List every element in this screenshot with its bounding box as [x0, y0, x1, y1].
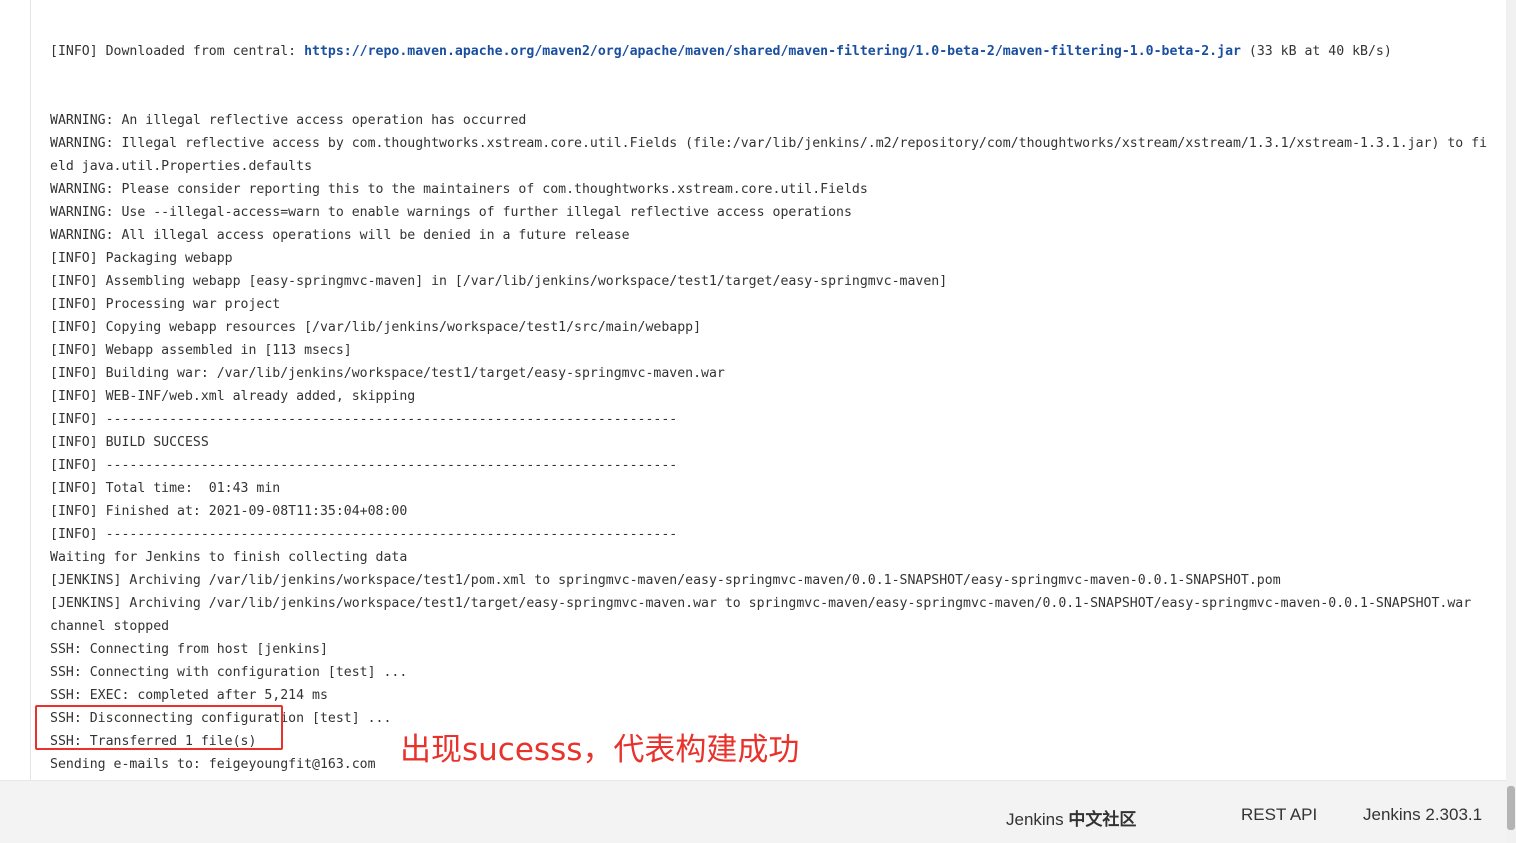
- console-line: WARNING: Please consider reporting this …: [50, 182, 868, 197]
- community-link-suffix: 中文社区: [1068, 810, 1137, 830]
- console-line-prefix: [INFO] Downloaded from central:: [50, 44, 305, 59]
- console-line: [INFO] Packaging webapp: [50, 251, 233, 266]
- console-line: [INFO] BUILD SUCCESS: [50, 435, 209, 450]
- scrollbar-thumb[interactable]: [1507, 786, 1515, 830]
- community-link-prefix: Jenkins: [1006, 810, 1069, 829]
- console-line: [INFO] Total time: 01:43 min: [50, 481, 281, 496]
- console-line-suffix: (33 kB at 40 kB/s): [1240, 44, 1392, 59]
- finished-success-highlight-box: [35, 705, 283, 750]
- console-line: [INFO] Building war: /var/lib/jenkins/wo…: [50, 366, 725, 381]
- rest-api-link[interactable]: REST API: [1241, 805, 1317, 825]
- console-line: [INFO] Finished at: 2021-09-08T11:35:04+…: [50, 504, 408, 519]
- console-line: WARNING: All illegal access operations w…: [50, 228, 630, 243]
- console-line: SSH: EXEC: completed after 5,214 ms: [50, 688, 328, 703]
- jenkins-chinese-community-link[interactable]: Jenkins 中文社区: [1006, 805, 1136, 830]
- jenkins-version-link[interactable]: Jenkins 2.303.1: [1363, 805, 1482, 825]
- console-line: [INFO] Webapp assembled in [113 msecs]: [50, 343, 352, 358]
- page-footer: Jenkins 中文社区 REST API Jenkins 2.303.1: [0, 780, 1506, 843]
- console-line: Waiting for Jenkins to finish collecting…: [50, 550, 408, 565]
- console-output: [INFO] Downloaded from central: https://…: [50, 0, 1490, 799]
- page-scrollbar[interactable]: [1506, 0, 1516, 843]
- console-line: [INFO] ---------------------------------…: [50, 458, 678, 473]
- console-line: [INFO] Assembling webapp [easy-springmvc…: [50, 274, 948, 289]
- console-line: WARNING: Use --illegal-access=warn to en…: [50, 205, 852, 220]
- console-line: [INFO] ---------------------------------…: [50, 412, 678, 427]
- console-line: [JENKINS] Archiving /var/lib/jenkins/wor…: [50, 596, 1472, 611]
- console-line: [INFO] Copying webapp resources [/var/li…: [50, 320, 702, 335]
- build-console-page: [INFO] Downloaded from central: https://…: [0, 0, 1516, 843]
- console-line-download: [INFO] Downloaded from central: https://…: [50, 40, 1490, 63]
- console-line: [INFO] Processing war project: [50, 297, 281, 312]
- success-annotation: 出现sucesss，代表构建成功: [400, 732, 800, 768]
- maven-artifact-link[interactable]: https://repo.maven.apache.org/maven2/org…: [304, 44, 1241, 59]
- console-line: channel stopped: [50, 619, 170, 634]
- console-line: SSH: Connecting from host [jenkins]: [50, 642, 328, 657]
- console-line: WARNING: An illegal reflective access op…: [50, 113, 527, 128]
- console-line: [JENKINS] Archiving /var/lib/jenkins/wor…: [50, 573, 1281, 588]
- content-left-border: [30, 0, 31, 780]
- console-line: [INFO] WEB-INF/web.xml already added, sk…: [50, 389, 416, 404]
- console-line: [INFO] ---------------------------------…: [50, 527, 678, 542]
- console-line: SSH: Connecting with configuration [test…: [50, 665, 408, 680]
- console-line: WARNING: Illegal reflective access by co…: [50, 136, 1488, 174]
